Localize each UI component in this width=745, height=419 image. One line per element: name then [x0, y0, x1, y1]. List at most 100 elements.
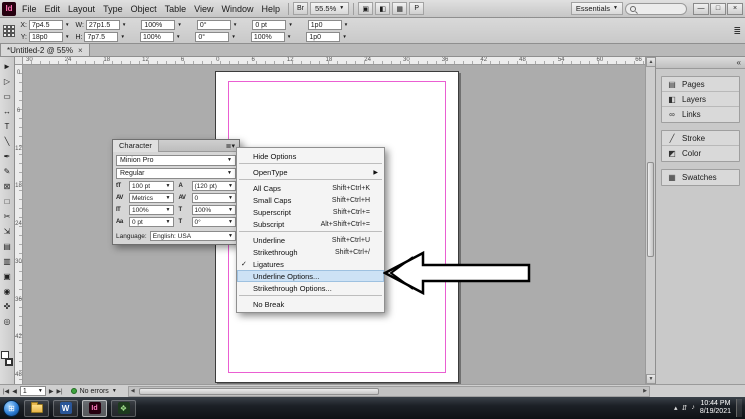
zoom-level-select[interactable]: 55.5% ▼: [310, 2, 350, 15]
vertical-scrollbar[interactable]: ▲ ▼: [645, 57, 656, 384]
menu-item-strikethrough-options[interactable]: Strikethrough Options...: [237, 282, 384, 296]
character-field-value[interactable]: Metrics ▼: [129, 193, 174, 203]
menu-item-underline[interactable]: Underline Shift+Ctrl+U: [237, 234, 384, 246]
gradient-swatch-tool[interactable]: ▤: [1, 239, 14, 254]
hand-tool[interactable]: ✜: [1, 299, 14, 314]
menu-item-opentype[interactable]: OpenType ▶: [237, 166, 384, 180]
menu-item-superscript[interactable]: Superscript Shift+Ctrl+=: [237, 206, 384, 218]
taskbar-app-icon[interactable]: ❖: [111, 399, 136, 417]
font-family-select[interactable]: Minion Pro ▼: [116, 155, 236, 166]
chevron-down-icon[interactable]: ▼: [233, 22, 237, 28]
menu[interactable]: Type: [99, 2, 127, 16]
zoom-tool[interactable]: ◎: [1, 314, 14, 329]
preflight-status-text[interactable]: No errors: [80, 388, 109, 395]
workspace-switcher[interactable]: Essentials ▼: [570, 2, 623, 15]
direct-selection-tool[interactable]: ▷: [1, 74, 14, 89]
note-tool[interactable]: ▣: [1, 269, 14, 284]
menu[interactable]: File: [18, 2, 41, 16]
menu[interactable]: View: [190, 2, 217, 16]
menu[interactable]: Window: [217, 2, 257, 16]
scissors-tool[interactable]: ✂: [1, 209, 14, 224]
horizontal-scroll-thumb[interactable]: [138, 387, 379, 395]
pen-tool[interactable]: ✒: [1, 149, 14, 164]
menu-item-ligatures[interactable]: ✓ Ligatures: [237, 258, 384, 270]
menu-item-subscript[interactable]: Subscript Alt+Shift+Ctrl+=: [237, 218, 384, 232]
chevron-down-icon[interactable]: ▼: [176, 34, 180, 40]
menu-item-hide-options[interactable]: Hide Options: [237, 150, 384, 164]
close-tab-icon[interactable]: ×: [78, 46, 83, 55]
last-page-button[interactable]: ▶|: [56, 388, 62, 395]
panel-color[interactable]: ◩ Color: [662, 146, 739, 161]
preflight-icon[interactable]: P: [409, 2, 425, 15]
chevron-down-icon[interactable]: ▼: [231, 34, 235, 40]
network-icon[interactable]: ⇵: [681, 404, 687, 412]
character-field-value[interactable]: 100 pt ▼: [129, 181, 174, 191]
hidden-icons-chevron[interactable]: ▴: [674, 404, 678, 412]
control-field-value[interactable]: 1p0: [307, 20, 342, 30]
control-field-value[interactable]: 100%: [250, 32, 285, 42]
free-transform-tool[interactable]: ⇲: [1, 224, 14, 239]
first-page-button[interactable]: |◀: [3, 388, 9, 395]
next-page-button[interactable]: ▶: [49, 388, 54, 395]
selection-tool[interactable]: ►: [1, 59, 14, 74]
stroke-swatch[interactable]: [5, 358, 13, 366]
chevron-down-icon[interactable]: ▼: [122, 22, 126, 28]
character-field-value[interactable]: 0° ▼: [191, 217, 236, 227]
control-field-value[interactable]: 100%: [141, 20, 176, 30]
chevron-down-icon[interactable]: ▼: [65, 22, 69, 28]
view-options-icon[interactable]: ▣: [358, 2, 374, 15]
vertical-ruler[interactable]: 0 6 12 18 24 30 36 42 48: [15, 65, 23, 384]
character-field-value[interactable]: 0 ▼: [191, 193, 236, 203]
volume-icon[interactable]: ♪: [691, 404, 695, 412]
arrange-documents-icon[interactable]: ▦: [392, 2, 408, 15]
menu[interactable]: Help: [257, 2, 284, 16]
menu[interactable]: Edit: [41, 2, 65, 16]
panel-links[interactable]: ∞ Links: [662, 107, 739, 122]
control-field-value[interactable]: 27p1.5: [85, 20, 120, 30]
chevron-down-icon[interactable]: ▼: [120, 34, 124, 40]
panel-pages[interactable]: ▤ Pages: [662, 77, 739, 92]
menu[interactable]: Layout: [64, 2, 99, 16]
page-tool[interactable]: ▭: [1, 89, 14, 104]
panel-stroke[interactable]: ╱ Stroke: [662, 131, 739, 146]
menu-item-all-caps[interactable]: All Caps Shift+Ctrl+K: [237, 182, 384, 194]
menu[interactable]: Object: [127, 2, 161, 16]
taskbar-clock[interactable]: 10:44 PM 8/19/2021: [700, 400, 731, 416]
search-input[interactable]: [625, 2, 687, 15]
taskbar-folder-icon[interactable]: [24, 399, 49, 417]
document-tab[interactable]: *Untitled-2 @ 55% ×: [0, 43, 90, 56]
character-field-value[interactable]: 0 pt ▼: [129, 217, 174, 227]
panel-layers[interactable]: ◧ Layers: [662, 92, 739, 107]
menu[interactable]: Table: [161, 2, 191, 16]
control-field-value[interactable]: 100%: [139, 32, 174, 42]
gap-tool[interactable]: ↔: [1, 104, 14, 119]
horizontal-ruler[interactable]: 30 24 18 12 6 0 6 12 18 24 30 36 42 48 54 60 66: [23, 57, 645, 65]
control-panel-menu-icon[interactable]: ≣: [733, 26, 741, 37]
chevron-down-icon[interactable]: ▼: [287, 34, 291, 40]
control-field-value[interactable]: 7p4.5: [29, 20, 63, 30]
scroll-left-icon[interactable]: ◀: [131, 388, 135, 394]
menu-item-strikethrough[interactable]: Strikethrough Shift+Ctrl+/: [237, 246, 384, 258]
previous-page-button[interactable]: ◀: [12, 388, 17, 395]
reference-point-proxy[interactable]: [3, 25, 15, 37]
taskbar-indesign-icon[interactable]: Id: [82, 399, 107, 417]
fill-stroke-swatches[interactable]: [1, 351, 13, 366]
horizontal-scrollbar[interactable]: ◀ ▶: [127, 385, 650, 397]
control-field-value[interactable]: 0°: [196, 20, 231, 30]
page-number-field[interactable]: 1 ▼: [19, 386, 46, 396]
menu-item-no-break[interactable]: No Break: [237, 298, 384, 310]
language-select[interactable]: English: USA ▼: [149, 231, 236, 241]
control-field-value[interactable]: 0°: [195, 32, 230, 42]
pencil-tool[interactable]: ✎: [1, 164, 14, 179]
scroll-right-icon[interactable]: ▶: [643, 388, 647, 394]
control-field-value[interactable]: 18p0: [29, 32, 63, 42]
ruler-origin[interactable]: [15, 57, 23, 65]
vertical-scroll-thumb[interactable]: [647, 162, 654, 257]
character-field-value[interactable]: 100% ▼: [129, 205, 174, 215]
chevron-down-icon[interactable]: ▼: [177, 22, 181, 28]
font-style-select[interactable]: Regular ▼: [116, 168, 236, 179]
close-button[interactable]: ×: [727, 2, 743, 15]
minimize-button[interactable]: —: [693, 2, 709, 15]
start-button[interactable]: ⊞: [3, 399, 20, 417]
control-field-value[interactable]: 7p7.5: [84, 32, 119, 42]
